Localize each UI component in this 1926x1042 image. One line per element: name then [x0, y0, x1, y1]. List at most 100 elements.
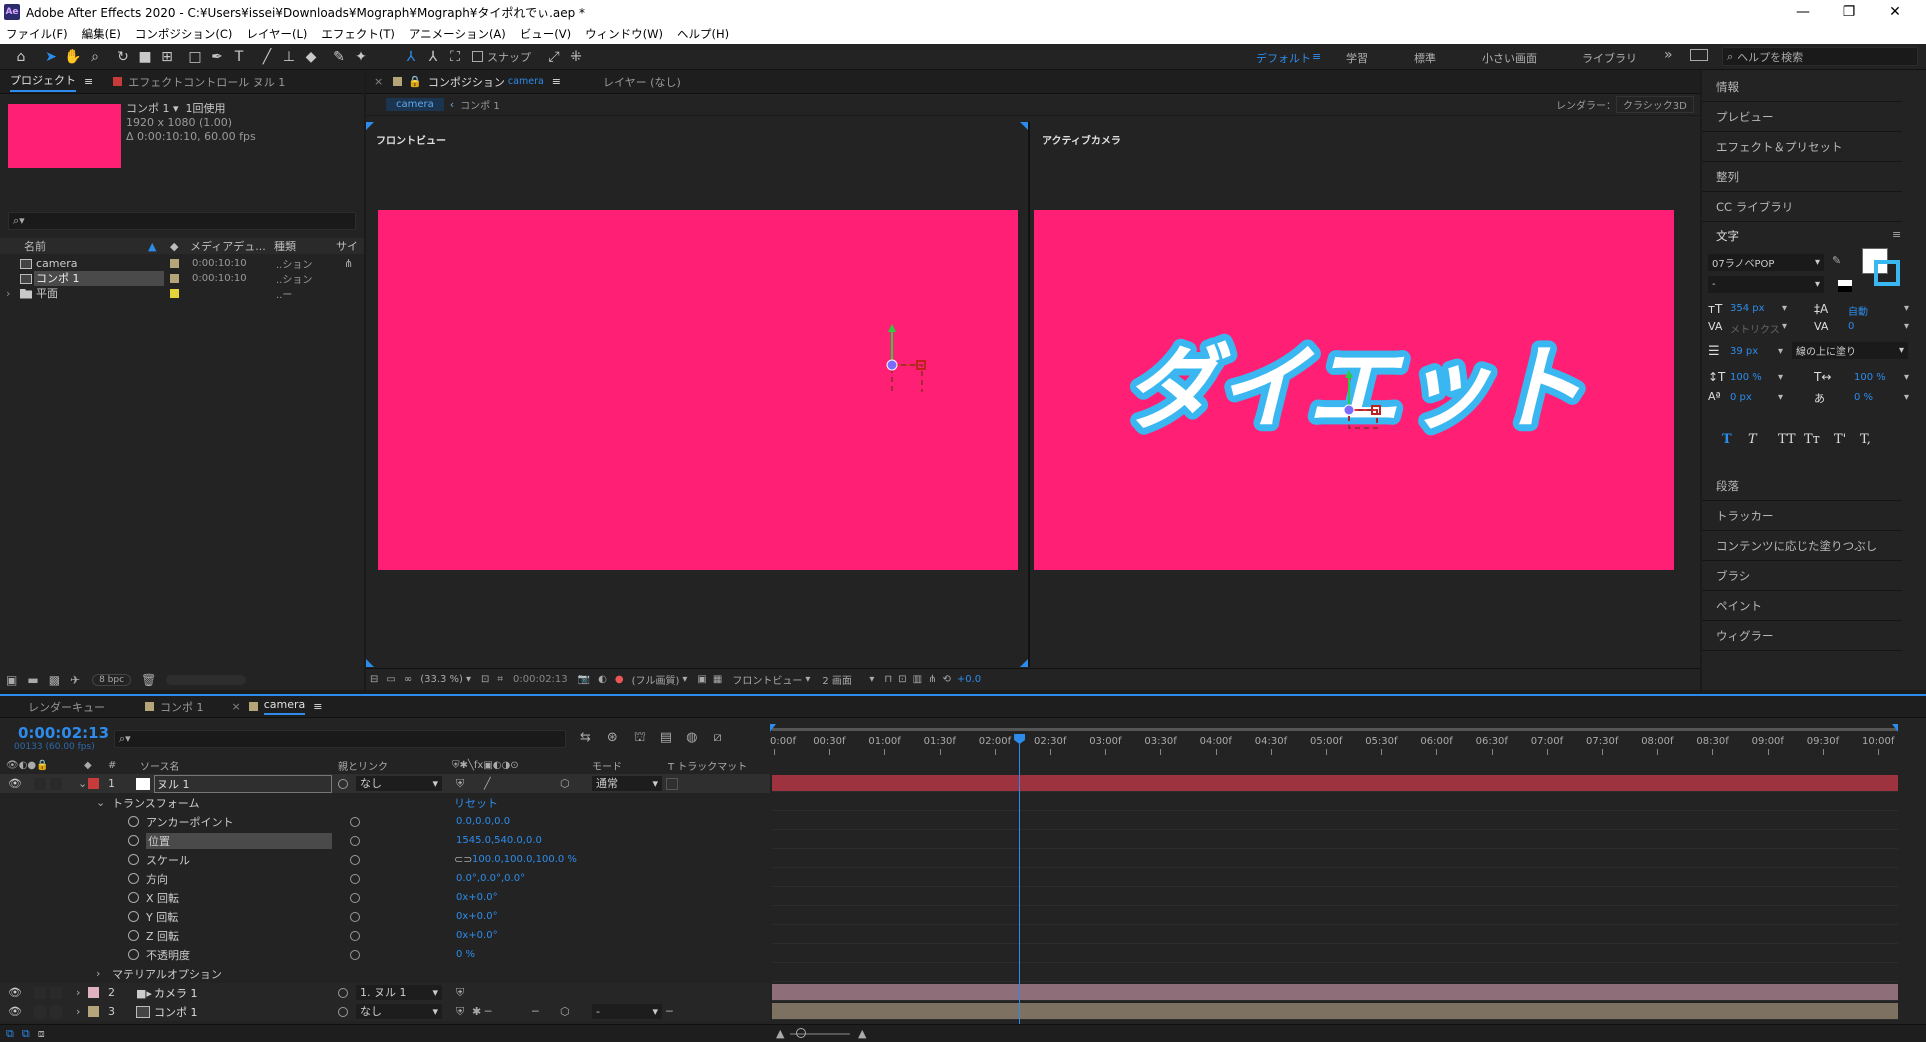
project-item[interactable]: コンポ 1 0:00:10:10 ..ション	[0, 271, 364, 286]
renderer-value[interactable]: クラシック3D	[1616, 96, 1694, 113]
eye-icon[interactable]: 👁	[8, 986, 22, 999]
hand-tool-icon[interactable]: ✋	[62, 46, 84, 68]
stopwatch-icon[interactable]	[128, 873, 139, 884]
constrain-proportions-icon[interactable]: ⊂⊃	[454, 853, 472, 866]
layer-label-swatch[interactable]	[88, 987, 99, 998]
zoom-out-icon[interactable]: ▲	[776, 1027, 784, 1040]
property-row[interactable]: X 回転 0x+0.0°	[0, 888, 770, 907]
label-swatch[interactable]	[170, 274, 179, 283]
tab-layer[interactable]: レイヤー (なし)	[593, 70, 691, 94]
camera-tool-icon[interactable]: ■	[134, 46, 156, 68]
solo-switch[interactable]	[34, 986, 46, 999]
snapshot-icon[interactable]: 📷	[578, 674, 590, 685]
property-name[interactable]: アンカーポイント	[146, 814, 234, 830]
current-timecode[interactable]: 0:00:02:13	[513, 674, 568, 685]
column-mode[interactable]: モード	[592, 758, 622, 773]
playhead[interactable]	[1014, 734, 1026, 1024]
quality-value[interactable]: (フル画質)	[632, 672, 680, 687]
column-track-matte[interactable]: T トラックマット	[668, 758, 747, 773]
puppet-tool-icon[interactable]: ✦	[350, 46, 372, 68]
view-axis-icon[interactable]: ⛶	[444, 46, 466, 68]
label-swatch[interactable]	[170, 259, 179, 268]
chevron-down-icon[interactable]: ▾	[1904, 392, 1909, 403]
parent-select[interactable]: なし ▾	[356, 1004, 442, 1019]
front-view[interactable]: フロントビュー	[366, 122, 1030, 667]
small-caps-button[interactable]: Tт	[1804, 432, 1834, 447]
breadcrumb-camera[interactable]: camera	[386, 98, 444, 111]
region-icon[interactable]: ⌗	[497, 674, 503, 685]
workspace-small-screen[interactable]: 小さい画面	[1482, 50, 1537, 66]
property-row[interactable]: Z 回転 0x+0.0°	[0, 926, 770, 945]
property-name[interactable]: X 回転	[146, 890, 179, 906]
menu-composition[interactable]: コンポジション(C)	[135, 26, 233, 42]
3d-layer-switch-icon[interactable]: ⬡	[560, 1005, 570, 1018]
layer-duration-bar[interactable]	[772, 775, 1898, 792]
solo-switch[interactable]	[34, 777, 46, 790]
right-panel-item[interactable]: ブラシ	[1702, 561, 1902, 591]
display-icon[interactable]: ▭	[386, 674, 395, 685]
close-button[interactable]: ✕	[1872, 0, 1918, 24]
continuously-rasterize-icon[interactable]: ✱ ─	[472, 1005, 491, 1018]
property-name[interactable]: 方向	[146, 871, 168, 887]
expression-pickwhip-icon[interactable]	[350, 911, 360, 922]
shy-layers-icon[interactable]: ⛫	[634, 730, 646, 747]
null-gizmo-icon[interactable]	[1344, 354, 1404, 434]
menu-layer[interactable]: レイヤー(L)	[246, 26, 307, 42]
stopwatch-icon[interactable]	[128, 835, 139, 846]
blend-mode-select[interactable]: - ▾	[592, 1004, 662, 1019]
home-icon[interactable]: ⌂	[10, 46, 32, 68]
panel-menu-icon[interactable]: ≡	[552, 75, 561, 88]
layer-row[interactable]: 👁 ⌄ 1 ヌル 1 なし ▾ ⛨ ╱ ⬡ 通常 ▾	[0, 774, 770, 793]
layer-name[interactable]: ヌル 1	[154, 774, 332, 793]
chevron-down-icon[interactable]: ▾	[1778, 392, 1783, 403]
right-panel-item[interactable]: ウィグラー	[1702, 621, 1902, 651]
workspace-menu-icon[interactable]: ≡	[1312, 50, 1321, 63]
rectangle-tool-icon[interactable]: □	[184, 46, 206, 68]
timeline-current-time[interactable]: 0:00:02:13	[18, 724, 109, 742]
right-panel-item[interactable]: CC ライブラリ	[1702, 192, 1902, 222]
project-bpc[interactable]: 8 bpc	[92, 674, 132, 686]
property-name[interactable]: 不透明度	[146, 947, 190, 963]
maximize-button[interactable]: ❐	[1826, 0, 1872, 24]
close-tab-icon[interactable]: ×	[374, 75, 383, 88]
property-row[interactable]: スケール ⊂⊃ 100.0,100.0,100.0 %	[0, 850, 770, 869]
column-media-duration[interactable]: メディアデュ...	[190, 238, 266, 254]
eyedropper-icon[interactable]: ✎	[1832, 254, 1841, 267]
menu-effect[interactable]: エフェクト(T)	[321, 26, 395, 42]
channel-icon[interactable]: ●	[615, 674, 624, 685]
new-folder-icon[interactable]: ▬	[27, 673, 38, 687]
project-item[interactable]: › 平面 ..ー	[0, 286, 364, 301]
menu-edit[interactable]: 編集(E)	[82, 26, 121, 42]
tab-composition[interactable]: コンポジション camera ≡	[426, 70, 563, 94]
sync-settings-icon[interactable]	[1690, 49, 1708, 61]
tab-project[interactable]: プロジェクト ≡	[0, 70, 103, 94]
active-camera-canvas[interactable]: ダイエット	[1034, 210, 1674, 570]
chevron-down-icon[interactable]: ▾	[869, 674, 874, 685]
expression-pickwhip-icon[interactable]	[350, 949, 360, 960]
minimize-button[interactable]: —	[1780, 0, 1826, 24]
blend-mode-select[interactable]: 通常 ▾	[592, 776, 662, 791]
draft-3d-icon[interactable]: ▥	[913, 674, 922, 685]
property-value[interactable]: 1545.0,540.0,0.0	[456, 835, 542, 846]
faux-italic-button[interactable]: T	[1748, 432, 1778, 447]
property-name[interactable]: 位置	[146, 832, 332, 849]
tab-camera[interactable]: × camera ≡	[222, 695, 333, 719]
character-panel-title[interactable]: 文字	[1716, 228, 1739, 244]
property-row[interactable]: アンカーポイント 0.0,0.0,0.0	[0, 812, 770, 831]
zoom-tool-icon[interactable]: ⌕	[84, 46, 106, 68]
label-column-icon[interactable]: ◆	[170, 240, 178, 253]
new-comp-icon[interactable]: ▩	[49, 673, 60, 687]
expand-arrow-icon[interactable]: ›	[96, 967, 100, 980]
menu-file[interactable]: ファイル(F)	[6, 26, 68, 42]
workspace-libraries[interactable]: ライブラリ	[1582, 50, 1637, 66]
reset-exposure-icon[interactable]: ⟲	[942, 674, 950, 685]
selection-tool-icon[interactable]: ➤	[40, 46, 62, 68]
all-caps-button[interactable]: TT	[1778, 432, 1804, 447]
collapse-arrow-icon[interactable]: ⌄	[96, 796, 105, 809]
timeline-search-box[interactable]: ⌕▾	[114, 730, 566, 748]
comp-mini-flowchart-icon[interactable]: ⇆	[580, 730, 591, 747]
right-panel-item[interactable]: ペイント	[1702, 591, 1902, 621]
expression-pickwhip-icon[interactable]	[350, 930, 360, 941]
reset-transform-link[interactable]: リセット	[454, 795, 498, 811]
transparency-grid-icon[interactable]: ▦	[713, 674, 722, 685]
